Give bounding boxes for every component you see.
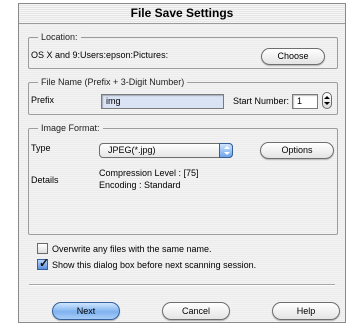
location-path: OS X and 9:Users:epson:Pictures: xyxy=(31,50,169,60)
type-select-value: JPEG(*.jpg) xyxy=(108,145,156,155)
start-number-input[interactable]: 1 xyxy=(292,94,318,109)
start-number-label: Start Number: xyxy=(233,96,290,106)
image-format-legend: Image Format: xyxy=(38,122,103,134)
cancel-button[interactable]: Cancel xyxy=(162,302,230,320)
divider xyxy=(29,284,335,286)
type-label: Type xyxy=(31,143,51,153)
file-name-legend: File Name (Prefix + 3-Digit Number) xyxy=(38,76,188,88)
prefix-label: Prefix xyxy=(31,95,55,105)
show-dialog-label[interactable]: Show this dialog box before next scannin… xyxy=(52,259,256,271)
start-number-stepper[interactable] xyxy=(322,92,332,109)
type-select[interactable]: JPEG(*.jpg) xyxy=(99,143,233,158)
stepper-up-icon[interactable] xyxy=(324,96,330,99)
details-encoding: Encoding : Standard xyxy=(99,180,181,190)
stepper-down-icon[interactable] xyxy=(324,102,330,105)
next-button[interactable]: Next xyxy=(52,302,120,320)
file-name-group: File Name (Prefix + 3-Digit Number) Pref… xyxy=(28,76,338,115)
dialog-title: File Save Settings xyxy=(19,4,345,24)
show-dialog-checkbox[interactable]: ✓ xyxy=(37,256,50,270)
checkmark-icon: ✓ xyxy=(39,256,50,270)
details-label: Details xyxy=(31,175,59,185)
overwrite-label[interactable]: Overwrite any files with the same name. xyxy=(52,243,212,255)
options-button[interactable]: Options xyxy=(260,142,334,159)
popup-arrows-icon[interactable] xyxy=(219,143,233,158)
location-group: Location: OS X and 9:Users:epson:Picture… xyxy=(28,31,338,69)
prefix-input[interactable]: img xyxy=(101,94,224,109)
choose-button[interactable]: Choose xyxy=(261,48,325,65)
file-save-settings-dialog: File Save Settings Location: OS X and 9:… xyxy=(18,3,346,323)
location-legend: Location: xyxy=(38,31,81,43)
details-compression: Compression Level : [75] xyxy=(99,168,199,178)
overwrite-checkbox[interactable] xyxy=(37,243,48,254)
help-button[interactable]: Help xyxy=(272,302,340,320)
image-format-group: Image Format: Type JPEG(*.jpg) Options D… xyxy=(28,122,338,235)
